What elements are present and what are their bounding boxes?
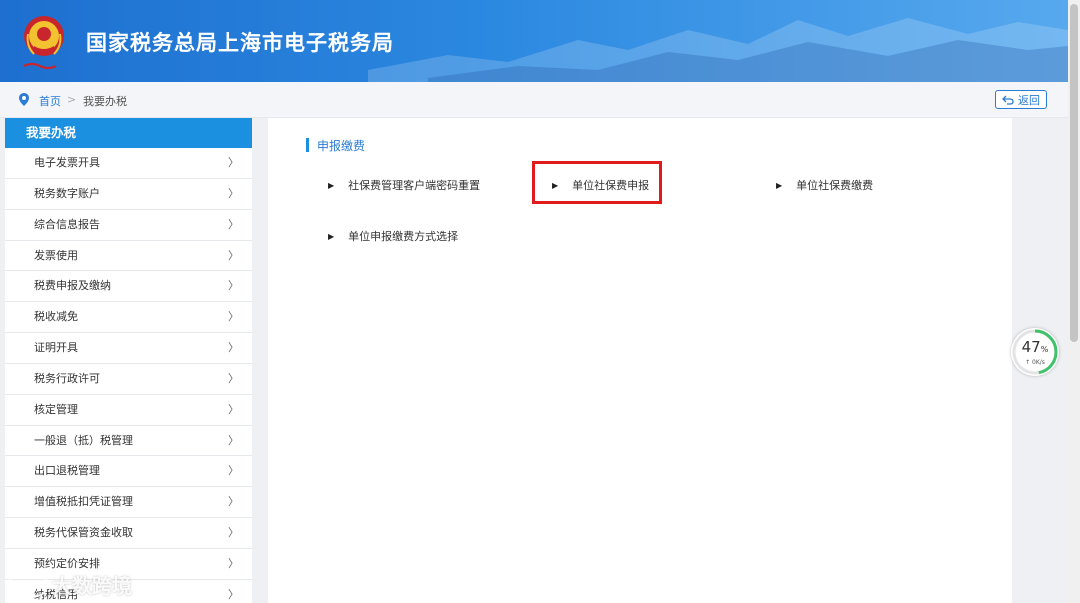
sidebar-item-label: 预约定价安排	[34, 556, 100, 570]
link-payment-method-selection[interactable]: ▶ 单位申报缴费方式选择	[328, 228, 458, 244]
chevron-right-icon: 〉	[228, 587, 239, 601]
breadcrumb-current: 我要办税	[83, 95, 127, 108]
sidebar-item[interactable]: 出口退税管理 〉	[5, 456, 252, 488]
sidebar-item[interactable]: 一般退（抵）税管理 〉	[5, 426, 252, 457]
chevron-right-icon: 〉	[228, 279, 239, 293]
speed-percent: 47%	[1021, 338, 1049, 356]
chevron-right-icon: 〉	[228, 433, 239, 447]
return-icon	[1002, 95, 1014, 105]
sidebar-item-label: 证明开具	[34, 341, 78, 355]
sidebar-item[interactable]: 电子发票开具 〉	[5, 148, 252, 179]
sidebar-item-label: 电子发票开具	[34, 156, 100, 169]
sidebar-item[interactable]: 税费申报及缴纳 〉	[5, 271, 252, 303]
breadcrumb-home-link[interactable]: 首页	[39, 93, 61, 109]
sidebar-title: 我要办税	[5, 118, 252, 148]
link-label: 单位申报缴费方式选择	[348, 230, 459, 243]
chevron-right-icon: 〉	[228, 217, 239, 231]
sidebar-item[interactable]: 税收减免 〉	[5, 302, 252, 334]
link-password-reset[interactable]: ▶ 社保费管理客户端密码重置	[328, 177, 480, 193]
sidebar-item-label: 税收减免	[34, 310, 78, 324]
sidebar-item[interactable]: 税务代保管资金收取 〉	[5, 518, 252, 549]
bullet-icon: ▶	[776, 180, 783, 190]
sidebar-item-label: 税务代保管资金收取	[34, 526, 133, 540]
header-banner: 国家税务总局上海市电子税务局	[0, 0, 1068, 82]
chevron-right-icon: 〉	[228, 248, 239, 262]
section-marker	[306, 138, 309, 152]
sidebar-item[interactable]: 税务数字账户 〉	[5, 179, 252, 210]
back-button[interactable]: 返回	[995, 90, 1047, 109]
sidebar-menu: 电子发票开具〉税务数字账户〉综合信息报告〉发票使用〉税费申报及缴纳〉税收减免〉证…	[5, 148, 252, 603]
link-unit-social-insurance-payment[interactable]: ▶ 单位社保费缴费	[776, 177, 873, 193]
sidebar: 我要办税 电子发票开具〉税务数字账户〉综合信息报告〉发票使用〉税费申报及缴纳〉税…	[5, 118, 252, 603]
sidebar-item-label: 综合信息报告	[34, 217, 100, 231]
chevron-right-icon: 〉	[228, 310, 239, 324]
link-label: 社保费管理客户端密码重置	[348, 179, 481, 192]
back-button-label: 返回	[1018, 93, 1040, 107]
sidebar-item[interactable]: 税务行政许可 〉	[5, 364, 252, 395]
chevron-right-icon: 〉	[228, 464, 239, 478]
tax-emblem-icon	[23, 16, 64, 70]
sidebar-item-label: 一般退（抵）税管理	[34, 433, 133, 447]
chevron-right-icon: 〉	[228, 371, 239, 385]
chevron-right-icon: 〉	[228, 341, 239, 355]
chevron-right-icon: 〉	[228, 402, 239, 416]
sidebar-item[interactable]: 综合信息报告 〉	[5, 210, 252, 241]
sidebar-item[interactable]: 核定管理 〉	[5, 395, 252, 426]
sidebar-item-label: 税务数字账户	[34, 186, 100, 200]
sidebar-item-label: 税务行政许可	[34, 371, 100, 385]
link-label: 单位社保费缴费	[796, 179, 874, 192]
sidebar-item-label: 发票使用	[34, 248, 78, 262]
location-pin-icon	[19, 93, 29, 106]
section-header: 申报缴费	[306, 138, 366, 153]
great-wall-background	[368, 18, 1068, 82]
breadcrumb: 首页 > 我要办税 返回	[0, 82, 1068, 118]
sidebar-item[interactable]: 发票使用 〉	[5, 241, 252, 272]
chevron-right-icon: 〉	[228, 186, 239, 200]
highlight-box	[532, 161, 662, 204]
chevron-right-icon: 〉	[228, 495, 239, 509]
watermark-logo-icon	[8, 572, 48, 597]
sidebar-item-label: 出口退税管理	[34, 464, 100, 478]
sidebar-item-label: 税费申报及缴纳	[34, 279, 111, 293]
network-speed-widget[interactable]: 47% ↑ 0K/s	[1011, 328, 1059, 376]
speed-rate: ↑ 0K/s	[1025, 359, 1045, 366]
sidebar-item[interactable]: 增值税抵扣凭证管理 〉	[5, 487, 252, 519]
chevron-right-icon: 〉	[228, 526, 239, 540]
watermark-text: 大数跨境	[52, 574, 132, 598]
section-title: 申报缴费	[317, 138, 366, 153]
chevron-right-icon: 〉	[228, 556, 239, 570]
sidebar-item[interactable]: 证明开具 〉	[5, 333, 252, 364]
bullet-icon: ▶	[328, 180, 335, 190]
breadcrumb-separator: >	[67, 93, 77, 106]
chevron-right-icon: 〉	[228, 156, 239, 169]
watermark: 大数跨境	[8, 570, 132, 599]
site-title: 国家税务总局上海市电子税务局	[86, 31, 394, 55]
sidebar-item-label: 核定管理	[34, 402, 78, 416]
bullet-icon: ▶	[328, 231, 335, 241]
scrollbar-thumb[interactable]	[1070, 4, 1078, 342]
sidebar-item-label: 增值税抵扣凭证管理	[34, 495, 133, 509]
